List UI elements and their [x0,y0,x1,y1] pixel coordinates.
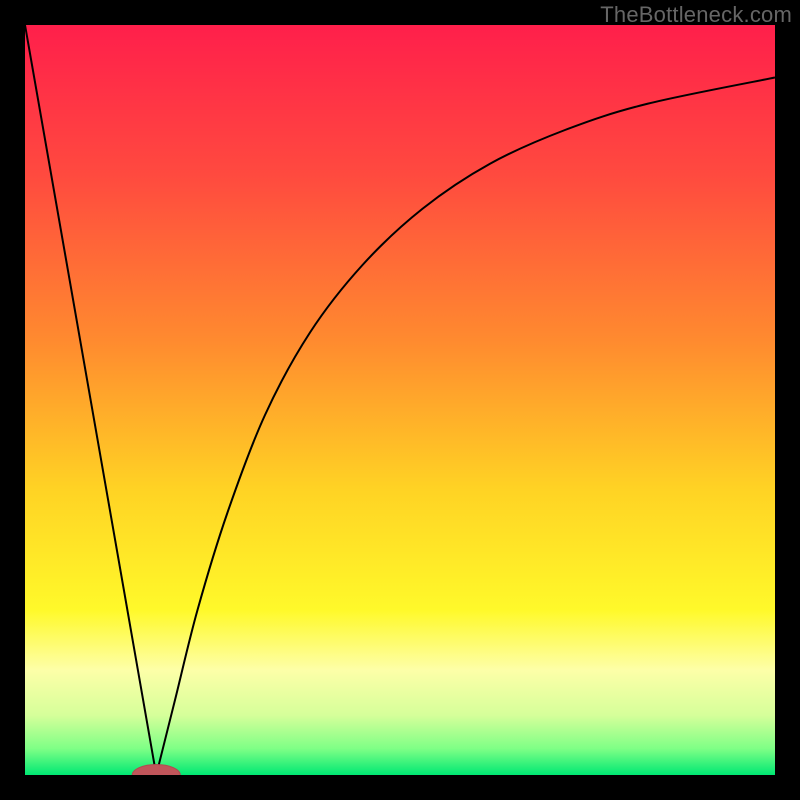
chart-svg [25,25,775,775]
watermark-text: TheBottleneck.com [600,2,792,28]
chart-frame: TheBottleneck.com [0,0,800,800]
chart-plot-area [25,25,775,775]
